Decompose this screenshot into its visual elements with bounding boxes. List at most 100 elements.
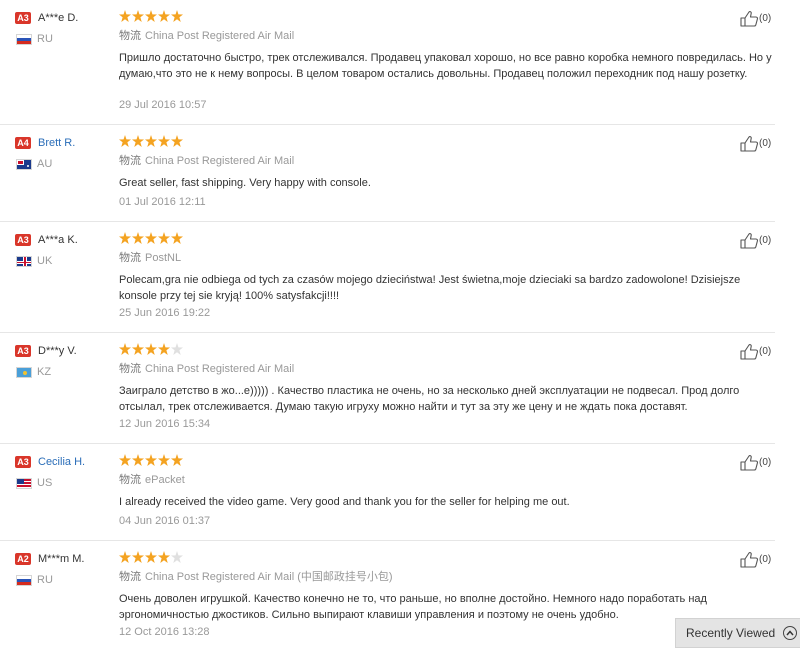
helpful-button[interactable]: (0) — [740, 135, 771, 152]
star-icon — [158, 551, 170, 563]
review-comment: Polecam,gra nie odbiega od tych za czasó… — [119, 274, 741, 302]
star-icon — [119, 232, 131, 244]
review-comment: Заиграло детство в жо...е))))) . Качеств… — [119, 385, 740, 413]
thumbs-up-icon — [740, 344, 758, 360]
buyer-name: A***a K. — [38, 234, 78, 246]
star-icon — [119, 551, 131, 563]
shipping-method: 物流 PostNL — [119, 250, 181, 266]
shipping-label: 物流 — [119, 30, 141, 42]
star-rating — [119, 343, 183, 357]
buyer-country: AU — [37, 158, 53, 170]
shipping-label: 物流 — [119, 155, 141, 167]
star-icon — [132, 454, 144, 466]
australia-flag-icon — [16, 159, 32, 170]
shipping-method: 物流 China Post Registered Air Mail — [119, 153, 294, 169]
star-icon — [119, 454, 131, 466]
star-rating — [119, 135, 183, 149]
shipping-label: 物流 — [119, 363, 141, 375]
review-item: A3 A***a K. UK 物流 PostNL Polecam,gra nie … — [0, 222, 775, 333]
helpful-count: (0) — [759, 138, 772, 149]
star-icon — [158, 10, 170, 22]
chevron-up-icon — [783, 626, 798, 640]
star-empty-icon — [171, 343, 183, 355]
star-icon — [145, 10, 157, 22]
star-icon — [145, 454, 157, 466]
review-date: 25 Jun 2016 19:22 — [119, 307, 211, 319]
buyer-name-link[interactable]: Brett R. — [38, 135, 75, 151]
buyer-level-badge: A3 — [15, 234, 31, 246]
uk-flag-icon — [16, 256, 32, 267]
shipping-label: 物流 — [119, 474, 141, 486]
buyer-country: RU — [37, 574, 53, 586]
buyer-name: D***y V. — [38, 345, 77, 357]
review-item: A3 A***e D. RU 物流 China Post Registered A… — [0, 0, 775, 125]
helpful-button[interactable]: (0) — [740, 343, 771, 360]
shipping-value: PostNL — [145, 252, 182, 264]
shipping-label: 物流 — [119, 571, 141, 583]
star-icon — [132, 232, 144, 244]
star-icon — [158, 343, 170, 355]
thumbs-up-icon — [740, 233, 758, 249]
star-icon — [119, 343, 131, 355]
star-icon — [132, 135, 144, 147]
star-icon — [145, 343, 157, 355]
star-rating — [119, 232, 183, 246]
review-date: 29 Jul 2016 10:57 — [119, 99, 207, 111]
buyer-level-badge: A2 — [15, 553, 31, 565]
helpful-button[interactable]: (0) — [740, 454, 771, 471]
thumbs-up-icon — [740, 11, 758, 27]
buyer-name-link[interactable]: Cecilia H. — [38, 454, 85, 470]
buyer-country: RU — [37, 33, 53, 45]
star-icon — [119, 10, 131, 22]
helpful-button[interactable]: (0) — [740, 232, 771, 249]
buyer-country: US — [37, 477, 53, 489]
buyer-level-badge: A3 — [15, 345, 31, 357]
star-icon — [145, 232, 157, 244]
star-icon — [171, 232, 183, 244]
star-icon — [171, 135, 183, 147]
shipping-value: China Post Registered Air Mail — [145, 30, 295, 42]
buyer-level-badge: A3 — [15, 456, 31, 468]
shipping-method: 物流 China Post Registered Air Mail (中国邮政挂号… — [119, 569, 393, 585]
us-flag-icon — [16, 478, 32, 489]
kazakhstan-flag-icon — [16, 367, 32, 378]
shipping-value: ePacket — [145, 474, 185, 486]
shipping-value: China Post Registered Air Mail (中国邮政挂号小包… — [145, 571, 393, 583]
review-item: A4 Brett R. AU 物流 China Post Registered A… — [0, 125, 775, 222]
russia-flag-icon — [16, 575, 32, 586]
thumbs-up-icon — [740, 455, 758, 471]
star-icon — [158, 454, 170, 466]
review-item: A3 D***y V. KZ 物流 China Post Registered A… — [0, 333, 775, 444]
review-comment: Great seller, fast shipping. Very happy … — [119, 177, 371, 189]
star-icon — [119, 135, 131, 147]
shipping-method: 物流 China Post Registered Air Mail — [119, 28, 294, 44]
helpful-count: (0) — [759, 13, 772, 24]
star-icon — [132, 343, 144, 355]
star-icon — [145, 551, 157, 563]
shipping-label: 物流 — [119, 252, 141, 264]
recently-viewed-label: Recently Viewed — [686, 626, 776, 640]
shipping-value: China Post Registered Air Mail — [145, 155, 295, 167]
helpful-count: (0) — [759, 457, 772, 468]
star-icon — [158, 232, 170, 244]
buyer-name: A***e D. — [38, 12, 79, 24]
helpful-button[interactable]: (0) — [740, 10, 771, 27]
thumbs-up-icon — [740, 552, 758, 568]
shipping-value: China Post Registered Air Mail — [145, 363, 295, 375]
helpful-count: (0) — [759, 554, 772, 565]
shipping-method: 物流 China Post Registered Air Mail — [119, 361, 294, 377]
review-date: 12 Oct 2016 13:28 — [119, 626, 210, 638]
star-icon — [171, 10, 183, 22]
russia-flag-icon — [16, 34, 32, 45]
buyer-name: M***m M. — [38, 553, 85, 565]
buyer-country: KZ — [37, 366, 52, 378]
helpful-button[interactable]: (0) — [740, 551, 771, 568]
review-comment: Пришло достаточно быстро, трек отслежива… — [119, 52, 772, 80]
helpful-count: (0) — [759, 346, 772, 357]
shipping-method: 物流 ePacket — [119, 472, 185, 488]
review-item: A3 Cecilia H. US 物流 ePacket I already rec… — [0, 444, 775, 541]
recently-viewed-button[interactable]: Recently Viewed — [675, 618, 800, 648]
star-rating — [119, 454, 183, 468]
thumbs-up-icon — [740, 136, 758, 152]
star-icon — [158, 135, 170, 147]
